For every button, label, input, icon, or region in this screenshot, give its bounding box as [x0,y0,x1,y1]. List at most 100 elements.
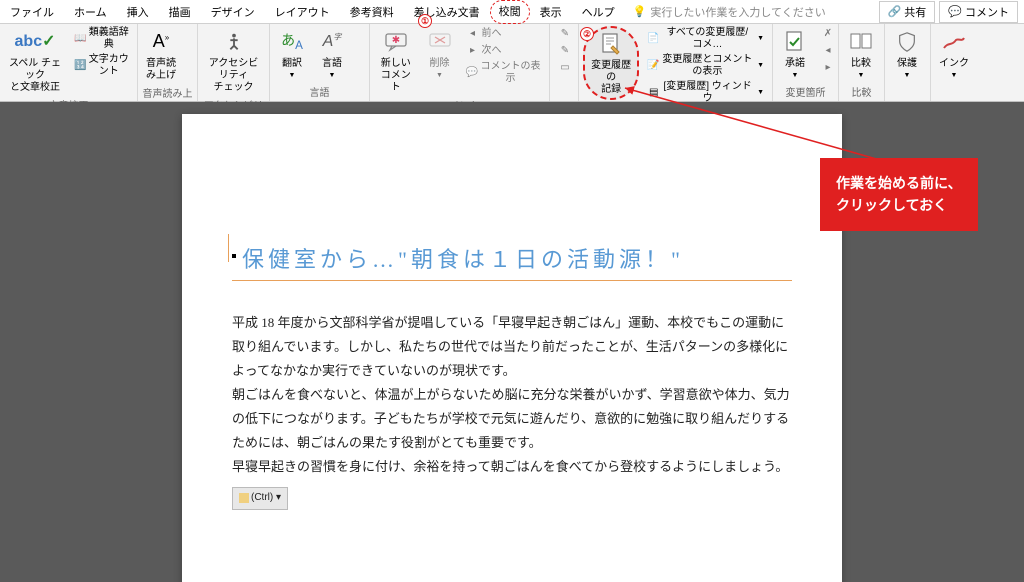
spellcheck-button[interactable]: abc✓ スペル チェック と文章校正 [4,26,66,96]
accessibility-icon [220,28,248,56]
group-accessibility: アクセシビリティ チェック アクセシビリティ [198,24,270,101]
compare-icon [847,28,875,56]
translate-button[interactable]: あA 翻訳 ▼ [274,26,310,82]
tab-draw[interactable]: 描画 [159,0,201,24]
tell-me-box[interactable]: 💡 実行したい作業を入力してください [625,4,834,20]
ink-pen2[interactable]: ✎ [554,43,576,59]
group-language-label: 言語 [274,83,365,101]
tab-insert[interactable]: 挿入 [117,0,159,24]
comment-button[interactable]: 💬 コメント [939,1,1018,23]
show-markup-icon: 📝 [647,59,659,73]
thesaurus-label: 類義語辞典 [88,27,129,51]
group-language: あA 翻訳 ▼ A字 言語 ▼ 言語 [270,24,370,101]
translate-icon: あA [278,28,306,56]
paste-tag-label: (Ctrl) [251,492,273,503]
prev-change-button[interactable]: ◂ [817,43,839,59]
new-comment-label: 新しい コメント [378,58,414,94]
callout-line2: クリックしておく [836,194,962,216]
callout-line1: 作業を始める前に、 [836,172,962,194]
clipboard-icon [239,493,249,503]
tell-me-placeholder: 実行したい作業を入力してください [650,4,825,20]
group-changes: 承諾 ▼ ✗ ◂ ▸ 変更箇所 [773,24,839,101]
wordcount-label: 文字カウント [88,54,129,78]
tab-help[interactable]: ヘルプ [572,0,625,24]
accept-icon [781,28,809,56]
tab-mailings[interactable]: 差し込み文書 [404,0,490,24]
language-button[interactable]: A字 言語 ▼ [314,26,350,82]
group-changes-label: 変更箇所 [777,83,834,101]
accept-button[interactable]: 承諾 ▼ [777,26,813,82]
show-comments-label: コメントの表示 [480,61,541,85]
group-comments: ✱ 新しい コメント 削除 ▼ ◂前へ ▸次へ 💬コメントの表示 コメント [370,24,550,101]
tab-review[interactable]: 校閲 [490,0,530,24]
accept-label: 承諾 [785,58,805,70]
wordcount-icon: 🔢 [74,59,86,73]
track-changes-icon [597,30,625,58]
delete-comment-button[interactable]: 削除 ▼ [422,26,458,82]
protect-label: 保護 [897,58,917,70]
prev-comment-label: 前へ [482,28,502,40]
group-compare-label: 比較 [843,83,880,101]
ink-pen3[interactable]: ▭ [554,60,576,76]
comment-icon: 💬 [948,5,962,18]
language-label: 言語 [322,58,342,70]
document-page: 保健室から…"朝食は１日の活動源！" 平成 18 年度から文部科学省が提唱してい… [182,114,842,582]
paste-options-tag[interactable]: (Ctrl) ▾ [232,487,288,510]
wordcount-button[interactable]: 🔢 文字カウント [70,53,133,79]
show-comments-icon: 💬 [466,66,478,80]
show-markup-label: 変更履歴とコメントの表示 [662,54,753,78]
annotation-badge-2: ② [580,27,594,41]
annotation-callout: 作業を始める前に、 クリックしておく [820,158,978,231]
tab-view[interactable]: 表示 [530,0,572,24]
next-comment-button[interactable]: ▸次へ [462,43,545,59]
thesaurus-button[interactable]: 📖 類義語辞典 [70,26,133,52]
reject-button[interactable]: ✗ [817,26,839,42]
compare-label: 比較 [851,58,871,70]
next-change-button[interactable]: ▸ [817,60,839,76]
prev-icon: ◂ [466,27,480,41]
tab-layout[interactable]: レイアウト [265,0,340,24]
prev-comment-button[interactable]: ◂前へ [462,26,545,42]
share-label: 共有 [904,4,926,20]
annotation-badge-1: ① [418,14,432,28]
accessibility-label: アクセシビリティ チェック [206,58,261,94]
svg-text:✱: ✱ [392,35,400,46]
comment-label: コメント [965,4,1009,20]
book-icon: 📖 [74,32,86,46]
prev-change-icon: ◂ [821,44,835,58]
accessibility-button[interactable]: アクセシビリティ チェック [202,26,265,96]
share-icon: 🔗 [888,5,902,18]
protect-button[interactable]: 保護 ▼ [889,26,925,82]
ink-label: インク [939,58,969,70]
eraser-icon: ▭ [558,61,572,75]
markup-dropdown[interactable]: 📄すべての変更履歴/コメ…▼ [643,26,768,52]
show-markup-button[interactable]: 📝変更履歴とコメントの表示▼ [643,53,768,79]
compare-button[interactable]: 比較 ▼ [843,26,879,82]
spellcheck-icon: abc✓ [21,28,49,56]
doc-paragraph: 平成 18 年度から文部科学省が提唱している「早寝早起き朝ごはん」運動、本校でも… [232,311,792,383]
tab-home[interactable]: ホーム [64,0,117,24]
group-speech: A» 音声読 み上げ 音声読み上げ [138,24,198,101]
doc-paragraph: 朝ごはんを食べないと、体温が上がらないため脳に充分な栄養がいかず、学習意欲や体力… [232,383,792,455]
group-ink-tools: ✎ ✎ ▭ [550,24,578,101]
tab-design[interactable]: デザイン [201,0,265,24]
share-button[interactable]: 🔗 共有 [879,1,936,23]
delete-comment-label: 削除 [430,58,450,70]
tab-bar: ファイル ホーム 挿入 描画 デザイン レイアウト 参考資料 差し込み文書 校閲… [0,0,1024,24]
doc-paragraph: 早寝早起きの習慣を身に付け、余裕を持って朝ごはんを食べてから登校するようにしまし… [232,455,792,479]
new-comment-button[interactable]: ✱ 新しい コメント [374,26,418,96]
ink-pen1[interactable]: ✎ [554,26,576,42]
readaloud-label: 音声読 み上げ [146,58,176,82]
group-compare: 比較 ▼ 比較 [839,24,885,101]
document-body[interactable]: 平成 18 年度から文部科学省が提唱している「早寝早起き朝ごはん」運動、本校でも… [232,311,792,510]
ink-button[interactable]: インク ▼ [935,26,973,82]
ink-icon [940,28,968,56]
markup-icon: 📄 [647,32,659,46]
group-ink: インク ▼ [931,24,977,101]
speaker-icon: A» [147,28,175,56]
tab-references[interactable]: 参考資料 [340,0,404,24]
group-protect: 保護 ▼ [885,24,931,101]
readaloud-button[interactable]: A» 音声読 み上げ [142,26,180,84]
tab-file[interactable]: ファイル [0,0,64,24]
show-comments-button[interactable]: 💬コメントの表示 [462,60,545,86]
